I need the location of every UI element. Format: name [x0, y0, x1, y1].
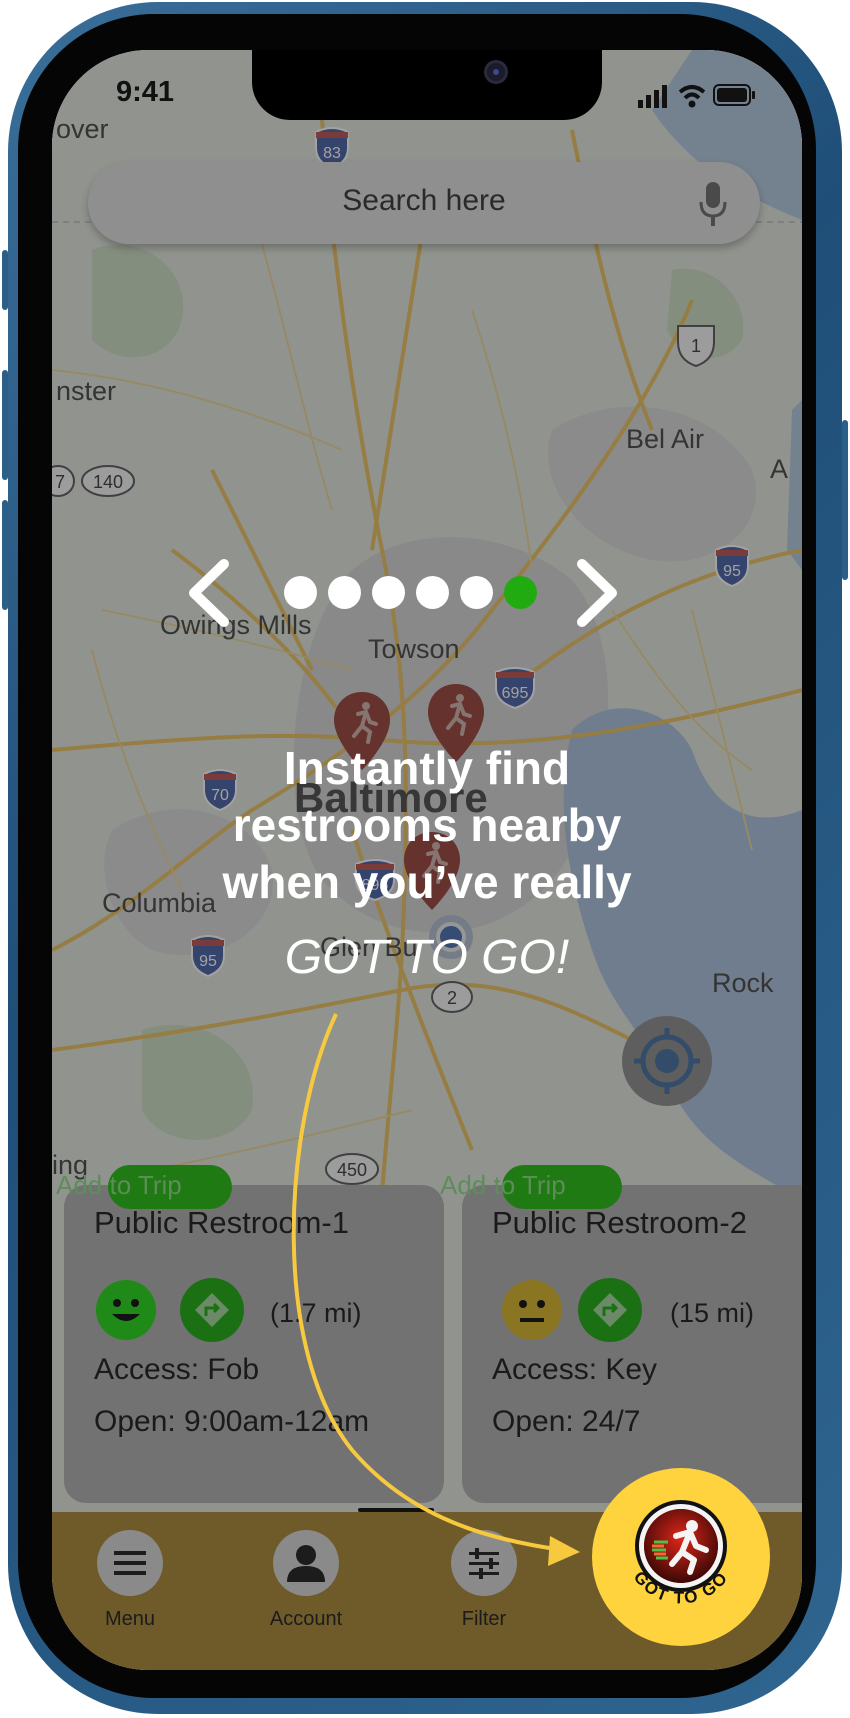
screen: over nster Bel Air A Owings Mills Towson…	[52, 50, 802, 1670]
side-button	[842, 420, 848, 580]
hint-arrow	[291, 1013, 580, 1566]
phone-mockup: over nster Bel Air A Owings Mills Towson…	[0, 0, 850, 1718]
